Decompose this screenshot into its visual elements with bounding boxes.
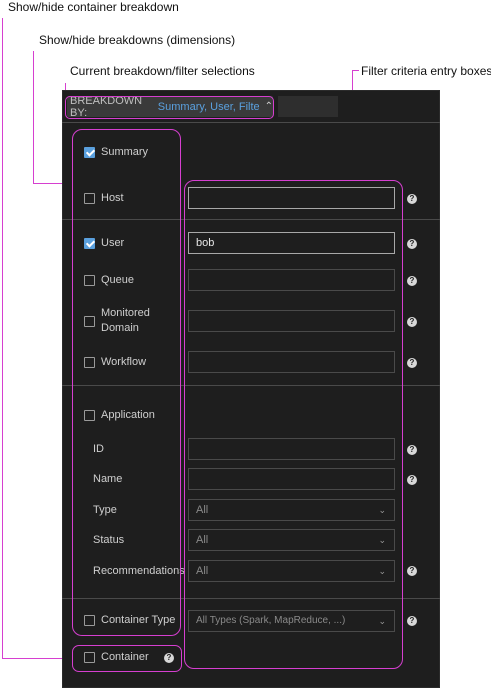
callout-line — [352, 70, 359, 71]
help-icon[interactable]: ? — [407, 616, 417, 626]
current-selection-highlight — [65, 96, 274, 119]
divider — [62, 122, 440, 123]
help-icon[interactable]: ? — [407, 445, 417, 455]
help-icon[interactable]: ? — [407, 475, 417, 485]
help-icon[interactable]: ? — [407, 239, 417, 249]
help-icon[interactable]: ? — [407, 358, 417, 368]
help-icon[interactable]: ? — [407, 194, 417, 204]
breakdowns-highlight — [72, 129, 181, 636]
help-icon[interactable]: ? — [407, 566, 417, 576]
callout-container-breakdown: Show/hide container breakdown — [8, 0, 179, 14]
help-icon[interactable]: ? — [407, 276, 417, 286]
header-tab — [278, 96, 338, 117]
callout-filter-criteria: Filter criteria entry boxes — [361, 64, 491, 78]
callout-line — [33, 51, 34, 184]
filter-criteria-highlight — [184, 180, 403, 669]
callout-breakdowns: Show/hide breakdowns (dimensions) — [39, 33, 236, 47]
callout-line — [2, 18, 3, 659]
callout-current-selection: Current breakdown/filter selections — [70, 64, 255, 78]
container-highlight — [72, 645, 182, 672]
help-icon[interactable]: ? — [407, 317, 417, 327]
